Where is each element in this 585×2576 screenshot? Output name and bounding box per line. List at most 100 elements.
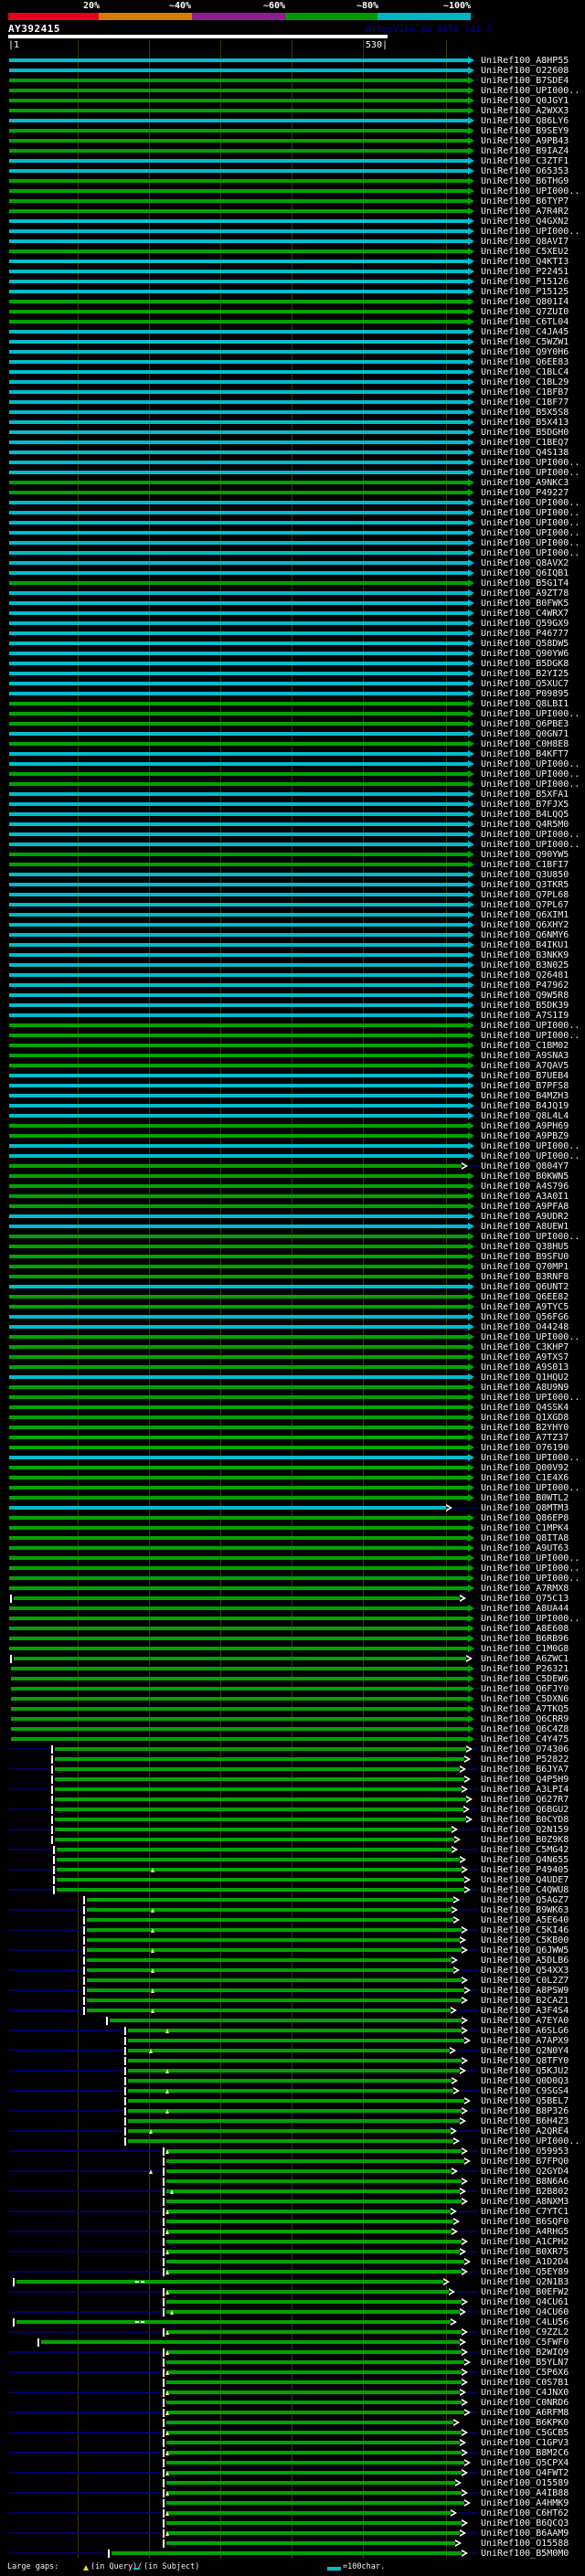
alignment-row[interactable]: UniRef100_B4JQ19	[0, 1101, 585, 1111]
hit-label[interactable]: UniRef100_UPI000..	[481, 2136, 580, 2147]
hit-label[interactable]: UniRef100_B2WIQ9	[481, 2348, 569, 2358]
alignment-row[interactable]: UniRef100_Q8LBI1	[0, 699, 585, 709]
hit-label[interactable]: UniRef100_A8UA44	[481, 1604, 569, 1614]
hit-label[interactable]: UniRef100_A9NKC3	[481, 478, 569, 488]
hit-label[interactable]: UniRef100_Q6BGU2	[481, 1805, 569, 1815]
alignment-bar[interactable]	[9, 1245, 468, 1248]
alignment-row[interactable]: UniRef100_B6KPK0	[0, 2418, 585, 2428]
alignment-row[interactable]: UniRef100_Q4P5H9	[0, 1775, 585, 1785]
hit-label[interactable]: UniRef100_B6RB96	[481, 1634, 569, 1644]
alignment-bar[interactable]	[9, 943, 468, 947]
alignment-row[interactable]: UniRef100_P47962	[0, 981, 585, 991]
alignment-bar[interactable]	[9, 58, 468, 62]
alignment-row[interactable]: UniRef100_Q86EP8	[0, 1513, 585, 1523]
hit-label[interactable]: UniRef100_B8N6A6	[481, 2177, 569, 2187]
alignment-bar[interactable]	[9, 451, 468, 454]
hit-label[interactable]: UniRef100_B9SFU0	[481, 1252, 569, 1262]
alignment-bar[interactable]	[9, 1345, 468, 1349]
alignment-bar[interactable]	[9, 1084, 468, 1087]
alignment-bar[interactable]	[166, 2511, 451, 2515]
hit-label[interactable]: UniRef100_C1BFB7	[481, 387, 569, 398]
alignment-row[interactable]: UniRef100_UPI000..	[0, 1021, 585, 1031]
alignment-row[interactable]: UniRef100_Q4GXN2	[0, 217, 585, 227]
hit-label[interactable]: UniRef100_C5DXN6	[481, 1694, 569, 1704]
alignment-row[interactable]: UniRef100_Q8AVX2	[0, 558, 585, 568]
alignment-bar[interactable]	[9, 1255, 468, 1258]
alignment-bar[interactable]	[9, 1214, 468, 1218]
alignment-row[interactable]: UniRef100_C4JNX0	[0, 2388, 585, 2398]
alignment-bar[interactable]	[87, 1958, 452, 1962]
alignment-row[interactable]: UniRef100_B5G1T4	[0, 578, 585, 588]
alignment-row[interactable]: UniRef100_Q4FWT2	[0, 2468, 585, 2478]
alignment-bar[interactable]	[9, 199, 468, 203]
hit-label[interactable]: UniRef100_Q8AVX2	[481, 558, 569, 568]
hit-label[interactable]: UniRef100_B3RNF8	[481, 1272, 569, 1282]
alignment-bar[interactable]	[166, 2200, 462, 2203]
alignment-bar[interactable]	[11, 1707, 468, 1711]
alignment-bar[interactable]	[9, 1335, 468, 1339]
hit-label[interactable]: UniRef100_UPI000..	[481, 840, 580, 850]
alignment-row[interactable]: UniRef100_UPI000..	[0, 508, 585, 518]
alignment-row[interactable]: UniRef100_C5KI46	[0, 1925, 585, 1935]
hit-label[interactable]: UniRef100_UPI000..	[481, 468, 580, 478]
hit-label[interactable]: UniRef100_B7UEB4	[481, 1071, 569, 1081]
hit-label[interactable]: UniRef100_Q59GX9	[481, 619, 569, 629]
alignment-bar[interactable]	[166, 2220, 453, 2223]
alignment-row[interactable]: UniRef100_Q6EE83	[0, 357, 585, 367]
alignment-row[interactable]: UniRef100_C5KB00	[0, 1935, 585, 1945]
alignment-bar[interactable]	[57, 1848, 452, 1851]
alignment-row[interactable]: UniRef100_UPI000..	[0, 1564, 585, 1574]
alignment-bar[interactable]	[128, 2049, 450, 2052]
hit-label[interactable]: UniRef100_Q8TFY0	[481, 2056, 569, 2066]
hit-label[interactable]: UniRef100_P15125	[481, 287, 569, 297]
alignment-bar[interactable]	[166, 2300, 462, 2304]
alignment-row[interactable]: UniRef100_C1BEQ7	[0, 438, 585, 448]
alignment-bar[interactable]	[9, 1295, 468, 1299]
alignment-bar[interactable]	[9, 179, 468, 183]
alignment-bar[interactable]	[128, 2079, 452, 2083]
alignment-bar[interactable]	[128, 2029, 462, 2032]
alignment-bar[interactable]	[9, 611, 468, 615]
alignment-bar[interactable]	[9, 1405, 468, 1409]
alignment-bar[interactable]	[9, 601, 468, 605]
alignment-row[interactable]: UniRef100_A9NKC3	[0, 478, 585, 488]
alignment-row[interactable]: UniRef100_B5DGK8	[0, 659, 585, 669]
alignment-row[interactable]: UniRef100_A2WXX3	[0, 106, 585, 116]
alignment-row[interactable]: UniRef100_Q26481	[0, 970, 585, 981]
alignment-bar[interactable]	[166, 2461, 464, 2465]
alignment-bar[interactable]	[9, 682, 468, 685]
alignment-bar[interactable]	[9, 1164, 462, 1168]
hit-label[interactable]: UniRef100_P49405	[481, 1865, 569, 1875]
alignment-bar[interactable]	[9, 1204, 468, 1208]
hit-label[interactable]: UniRef100_Q2GYD4	[481, 2167, 569, 2177]
alignment-row[interactable]: UniRef100_C5XEU2	[0, 247, 585, 257]
hit-label[interactable]: UniRef100_C4WRX7	[481, 609, 569, 619]
alignment-row[interactable]: UniRef100_P26321	[0, 1664, 585, 1674]
hit-label[interactable]: UniRef100_P09895	[481, 689, 569, 699]
alignment-bar[interactable]	[128, 2109, 462, 2113]
hit-label[interactable]: UniRef100_C4LU56	[481, 2317, 569, 2327]
alignment-row[interactable]: UniRef100_A9PH69	[0, 1121, 585, 1131]
hit-label[interactable]: UniRef100_A7APX9	[481, 2036, 569, 2046]
alignment-row[interactable]: UniRef100_Q59GX9	[0, 619, 585, 629]
alignment-row[interactable]: UniRef100_C3KHP7	[0, 1342, 585, 1352]
alignment-row[interactable]: UniRef100_UPI000..	[0, 830, 585, 840]
alignment-bar[interactable]	[166, 2189, 460, 2193]
hit-label[interactable]: UniRef100_UPI000..	[481, 1564, 580, 1574]
alignment-row[interactable]: UniRef100_C9SGS4	[0, 2086, 585, 2096]
alignment-bar[interactable]	[9, 692, 468, 695]
hit-label[interactable]: UniRef100_C5KI46	[481, 1925, 569, 1935]
hit-label[interactable]: UniRef100_B3N025	[481, 960, 569, 970]
alignment-bar[interactable]	[55, 1807, 463, 1811]
alignment-bar[interactable]	[87, 1938, 460, 1942]
alignment-row[interactable]: UniRef100_C5DEW6	[0, 1674, 585, 1684]
hit-label[interactable]: UniRef100_Q00V92	[481, 1463, 569, 1473]
alignment-bar[interactable]	[55, 1818, 466, 1821]
alignment-row[interactable]: UniRef100_B7FPQ0	[0, 2157, 585, 2167]
hit-label[interactable]: UniRef100_B4IKU1	[481, 940, 569, 950]
alignment-bar[interactable]	[9, 430, 468, 434]
alignment-bar[interactable]	[9, 1606, 468, 1610]
hit-label[interactable]: UniRef100_Q3TKR5	[481, 880, 569, 890]
alignment-bar[interactable]	[9, 249, 468, 253]
alignment-row[interactable]: UniRef100_Q0GN71	[0, 729, 585, 739]
